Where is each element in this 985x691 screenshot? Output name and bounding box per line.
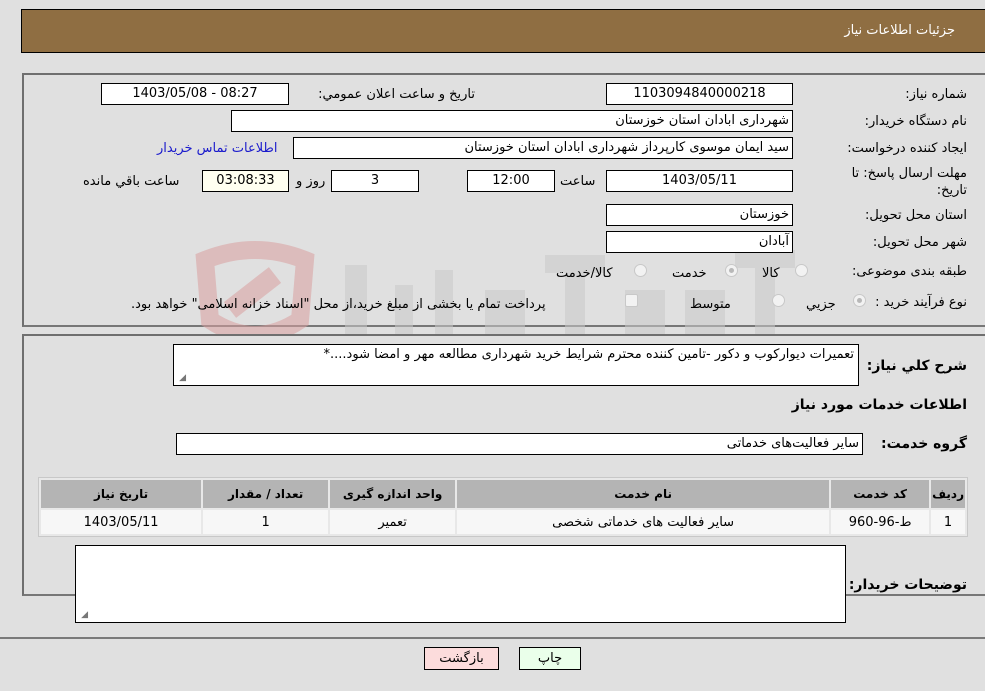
page-title: جزئیات اطلاعات نیاز [844,23,955,38]
col-need-date: تاریخ نیاز [41,480,202,508]
buyer-org-label: نام دستگاه خریدار: [864,114,967,129]
category-goods-service-label: کالا/خدمت [556,266,613,281]
table-header-row: ردیف کد خدمت نام خدمت واحد اندازه گیری ت… [41,480,965,508]
process-type-label: نوع فرآیند خرید : [875,295,967,310]
col-service-code: کد خدمت [831,480,930,508]
services-heading: اطلاعات خدمات مورد نیاز [791,397,967,413]
city-label: شهر محل تحویل: [872,235,967,250]
treasury-checkbox[interactable] [625,294,638,307]
table-row: 1 ط-96-960 سایر فعالیت های خدماتی شخصی ت… [41,510,965,534]
category-radio-service[interactable] [725,264,738,277]
need-number-field: 1103094840000218 [606,83,793,105]
process-radio-minor[interactable] [853,294,866,307]
col-service-name: نام خدمت [457,480,830,508]
deadline-date-field: 1403/05/11 [606,170,793,192]
deadline-time-field: 12:00 [467,170,555,192]
col-row-number: ردیف [931,480,965,508]
resize-handle-icon[interactable]: ◢ [78,610,88,620]
need-number-label: شماره نیاز: [905,87,967,102]
service-group-field: سایر فعالیت‌های خدماتی [176,433,863,455]
cell-service-code: ط-96-960 [831,510,930,534]
buyer-notes-textarea[interactable]: ◢ [75,545,846,623]
process-medium-label: متوسط [690,297,731,312]
treasury-checkbox-label: پرداخت تمام یا بخشی از مبلغ خرید،از محل … [131,297,546,312]
cell-service-name: سایر فعالیت های خدماتی شخصی [457,510,830,534]
cell-row-number: 1 [931,510,965,534]
category-service-label: خدمت [672,266,707,281]
category-goods-label: کالا [762,266,780,281]
page-header: جزئیات اطلاعات نیاز [21,9,985,53]
remaining-days-field: 3 [331,170,419,192]
province-label: استان محل تحویل: [865,208,967,223]
process-minor-label: جزیي [806,297,836,312]
deadline-label-line1: مهلت ارسال پاسخ: تا [851,166,967,181]
cell-quantity: 1 [203,510,329,534]
deadline-label-line2: تاریخ: [936,183,967,198]
summary-label: شرح كلي نياز: [866,358,967,374]
col-quantity: تعداد / مقدار [203,480,329,508]
city-field: آبادان [606,231,793,253]
announce-datetime-field: 1403/05/08 - 08:27 [101,83,289,105]
announce-label: تاریخ و ساعت اعلان عمومي: [318,87,475,102]
category-radio-goods-service[interactable] [634,264,647,277]
summary-textarea[interactable]: تعمیرات دیوارکوب و دکور -تامین کننده محت… [173,344,859,386]
cell-unit: تعمیر [330,510,456,534]
back-button[interactable]: بازگشت [424,647,499,670]
col-unit: واحد اندازه گیری [330,480,456,508]
creator-label: ایجاد کننده درخواست: [847,141,967,156]
deadline-time-label: ساعت [560,174,596,189]
resize-handle-icon[interactable]: ◢ [176,373,186,383]
print-button[interactable]: چاپ [519,647,581,670]
category-label: طبقه بندی موضوعی: [851,264,967,279]
summary-text: تعمیرات دیوارکوب و دکور -تامین کننده محت… [323,347,854,362]
footer-divider [0,637,985,639]
buyer-org-field: شهرداری ابادان استان خوزستان [231,110,793,132]
days-label: روز و [296,174,326,189]
creator-field: سید ایمان موسوی کارپرداز شهرداری ابادان … [293,137,793,159]
province-field: خوزستان [606,204,793,226]
remaining-time-field: 03:08:33 [202,170,289,192]
buyer-contact-link[interactable]: اطلاعات تماس خریدار [157,141,277,156]
service-group-label: گروه خدمت: [881,436,967,452]
category-radio-goods[interactable] [795,264,808,277]
services-table: ردیف کد خدمت نام خدمت واحد اندازه گیری ت… [38,477,968,537]
process-radio-medium[interactable] [772,294,785,307]
remaining-label: ساعت باقي مانده [83,174,180,189]
buyer-notes-label: توضیحات خریدار: [848,577,967,593]
cell-need-date: 1403/05/11 [41,510,202,534]
